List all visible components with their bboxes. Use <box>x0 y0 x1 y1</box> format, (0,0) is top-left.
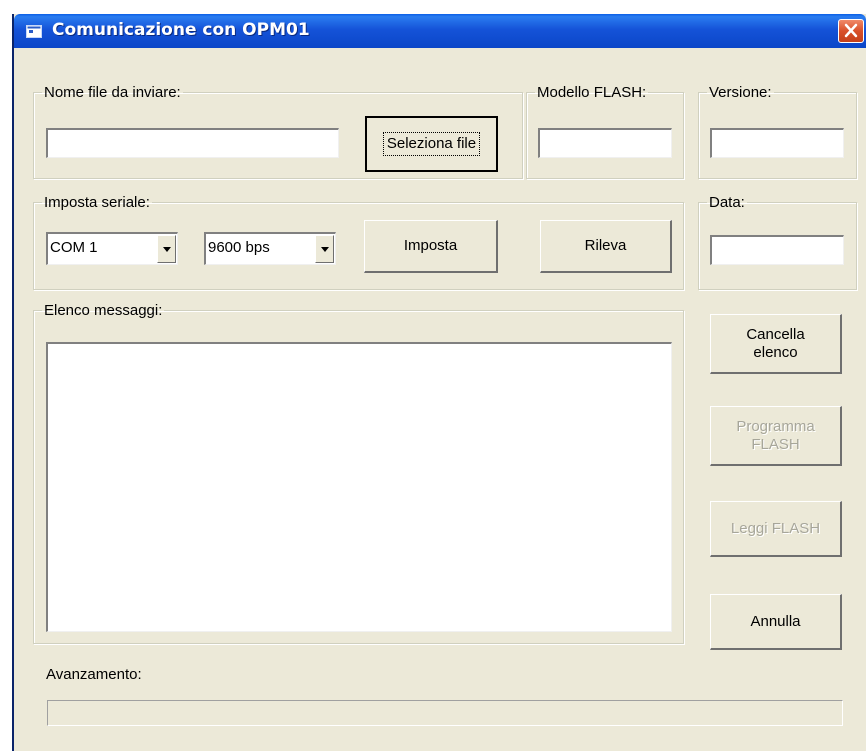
messages-legend: Elenco messaggi: <box>44 302 163 319</box>
app-icon <box>26 25 42 38</box>
chevron-down-icon[interactable] <box>315 235 334 263</box>
flash-model-field[interactable] <box>538 128 672 158</box>
date-legend: Data: <box>709 194 745 211</box>
close-button[interactable] <box>838 19 864 43</box>
version-legend: Versione: <box>709 84 772 101</box>
window-title: Comunicazione con OPM01 <box>52 20 310 40</box>
progress-label: Avanzamento: <box>46 666 142 683</box>
cancel-button[interactable]: Annulla <box>710 594 842 650</box>
baud-rate-select[interactable]: 9600 bps <box>204 232 336 265</box>
com-port-value: COM 1 <box>50 239 98 256</box>
baud-rate-value: 9600 bps <box>208 239 270 256</box>
imposta-button[interactable]: Imposta <box>364 220 498 273</box>
date-field[interactable] <box>710 235 844 265</box>
file-group-legend: Nome file da inviare: <box>44 84 181 101</box>
rileva-button[interactable]: Rileva <box>540 220 672 273</box>
progress-bar <box>47 700 843 726</box>
read-flash-button[interactable]: Leggi FLASH <box>710 501 842 557</box>
select-file-button[interactable]: Seleziona file <box>365 116 498 172</box>
program-flash-button[interactable]: Programma FLASH <box>710 406 842 466</box>
title-bar[interactable]: Comunicazione con OPM01 <box>14 14 866 48</box>
com-port-select[interactable]: COM 1 <box>46 232 178 265</box>
filename-input[interactable] <box>46 128 339 158</box>
messages-list[interactable] <box>46 342 672 632</box>
close-icon <box>844 23 858 38</box>
version-field[interactable] <box>710 128 844 158</box>
clear-list-button[interactable]: Cancella elenco <box>710 314 842 374</box>
flash-model-legend: Modello FLASH: <box>537 84 647 101</box>
serial-legend: Imposta seriale: <box>44 194 150 211</box>
chevron-down-icon[interactable] <box>157 235 176 263</box>
dialog-window: Comunicazione con OPM01 Nome file da inv… <box>12 14 866 751</box>
